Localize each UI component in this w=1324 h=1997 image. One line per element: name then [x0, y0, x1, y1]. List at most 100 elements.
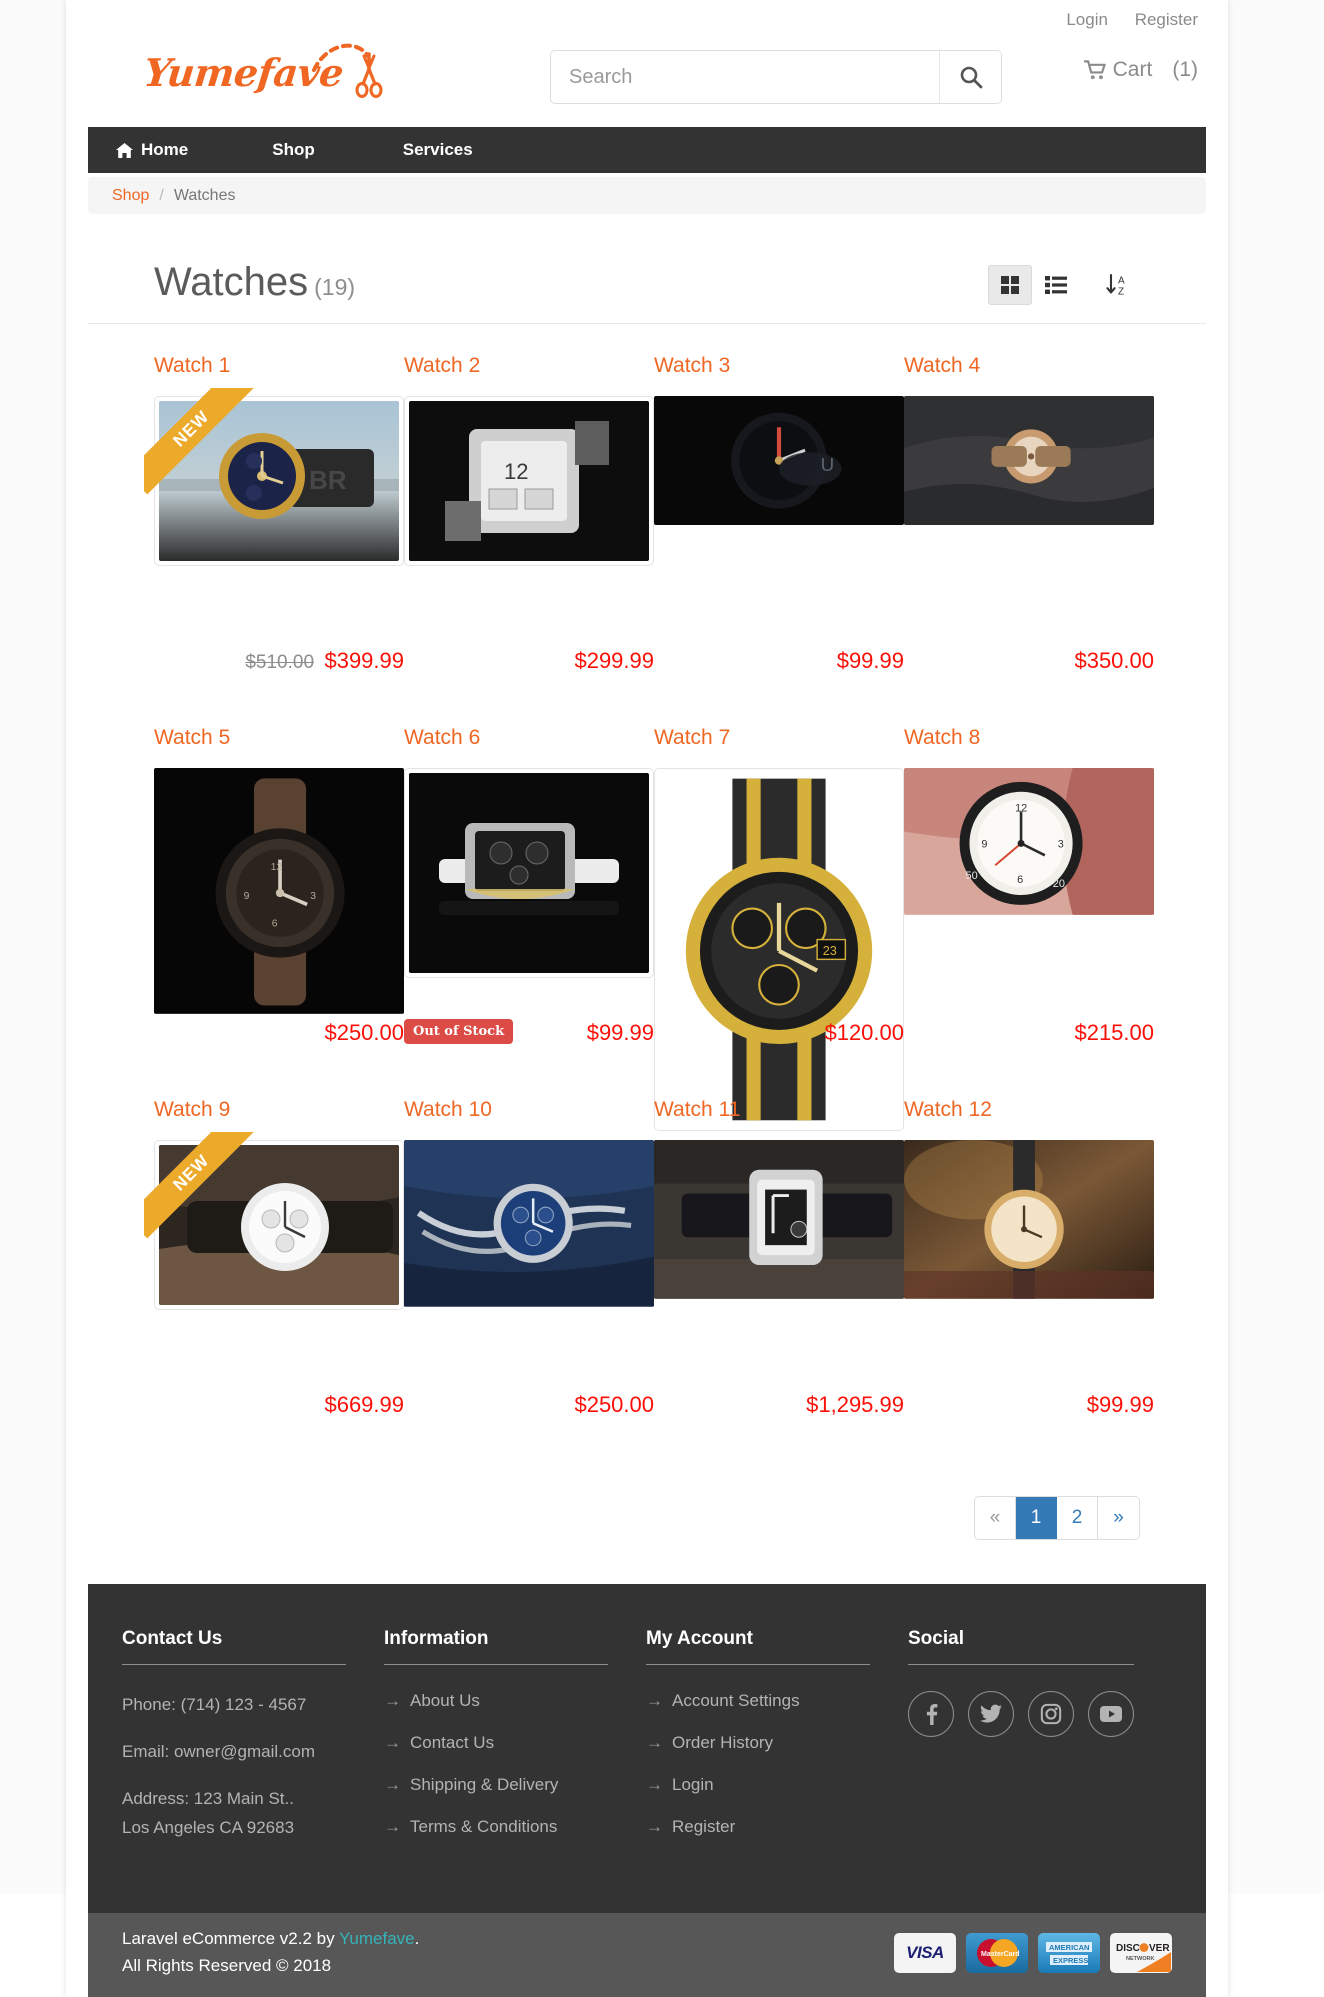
product-image-link[interactable] [404, 1140, 654, 1307]
social-link-twitter[interactable] [968, 1691, 1014, 1737]
login-link[interactable]: Login [1066, 10, 1108, 29]
page-title-row: Watches (19) A Z [88, 260, 1206, 324]
product-image-link[interactable] [154, 1140, 404, 1310]
product-price: $250.00 [324, 1020, 404, 1045]
search-button[interactable] [939, 51, 1001, 103]
cart-count: (1) [1172, 58, 1198, 81]
product-price-row: $120.00 [824, 1020, 904, 1046]
footer-link-terms-conditions[interactable]: → Terms & Conditions [384, 1817, 608, 1837]
register-link[interactable]: Register [1135, 10, 1198, 29]
site-footer: Contact Us Phone: (714) 123 - 4567 Email… [88, 1584, 1206, 1913]
footer-column-contact: Contact Us Phone: (714) 123 - 4567 Email… [122, 1628, 384, 1861]
social-link-instagram[interactable] [1028, 1691, 1074, 1737]
nav-item-shop[interactable]: Shop [246, 127, 377, 173]
product-image-link[interactable]: 12 [404, 396, 654, 566]
copyright-line-1: Laravel eCommerce v2.2 by Yumefave. [122, 1926, 419, 1952]
product-name-link[interactable]: Watch 5 [154, 726, 404, 750]
product-thumb-wrap: NEW BR [144, 388, 404, 566]
nav-item-services[interactable]: Services [377, 127, 499, 173]
product-grid: Watch 1 NEW BR $510.00 $399.99 Watch 2 1… [88, 324, 1206, 1440]
footer-link-shipping-delivery[interactable]: → Shipping & Delivery [384, 1775, 608, 1795]
svg-text:BR: BR [309, 465, 347, 495]
product-image: U [654, 396, 904, 526]
product-name-link[interactable]: Watch 11 [654, 1098, 904, 1122]
page-title: Watches (19) [154, 260, 355, 305]
arrow-right-icon: → [646, 1733, 663, 1752]
cart-button[interactable]: Cart (1) [1083, 58, 1198, 82]
product-thumb-wrap [654, 1140, 904, 1299]
product-name-link[interactable]: Watch 7 [654, 726, 904, 750]
product-name-link[interactable]: Watch 1 [154, 354, 404, 378]
sort-alpha-down-icon: A Z [1106, 273, 1125, 297]
product-image-link[interactable]: U [654, 396, 904, 526]
product-image: 12 [409, 401, 649, 561]
grid-view-button[interactable] [988, 265, 1032, 305]
discover-icon: DISC VER NETWORK [1110, 1932, 1172, 1973]
product-price: $99.99 [1086, 1392, 1154, 1417]
product-image-link[interactable]: BR [154, 396, 404, 566]
arrow-right-icon: → [646, 1817, 663, 1836]
site-container: Yumefave Login Register Cart (1) Search … [66, 0, 1228, 1997]
pagination-row: « 1 2 » [88, 1440, 1206, 1584]
pagination-prev[interactable]: « [975, 1497, 1016, 1539]
product-image-link[interactable] [904, 396, 1154, 526]
footer-link-order-history[interactable]: → Order History [646, 1733, 870, 1753]
footer-link-contact-us[interactable]: → Contact Us [384, 1733, 608, 1753]
product-image-link[interactable]: 12 3 6 9 50 20 [904, 768, 1154, 915]
product-name-link[interactable]: Watch 4 [904, 354, 1154, 378]
footer-columns: Contact Us Phone: (714) 123 - 4567 Email… [88, 1628, 1206, 1861]
product-image-link[interactable]: 12 6 9 3 [154, 768, 404, 1014]
svg-text:3: 3 [310, 891, 316, 902]
product-name-link[interactable]: Watch 6 [404, 726, 654, 750]
product-price-row: $250.00 [574, 1392, 654, 1418]
product-name-link[interactable]: Watch 2 [404, 354, 654, 378]
list-view-button[interactable] [1034, 265, 1078, 305]
footer-link-login[interactable]: → Login [646, 1775, 870, 1795]
site-header: Yumefave Login Register Cart (1) [66, 0, 1228, 127]
product-name-link[interactable]: Watch 9 [154, 1098, 404, 1122]
site-logo[interactable]: Yumefave [142, 36, 384, 98]
product-image-link[interactable] [404, 768, 654, 978]
pagination-page-1[interactable]: 1 [1016, 1497, 1057, 1539]
product-name-link[interactable]: Watch 3 [654, 354, 904, 378]
youtube-icon [1100, 1706, 1122, 1722]
social-link-youtube[interactable] [1088, 1691, 1134, 1737]
footer-link-account-settings[interactable]: → Account Settings [646, 1691, 870, 1711]
product-price-row: $669.99 [324, 1392, 404, 1418]
svg-text:U: U [821, 454, 835, 475]
product-price-row: $99.99 [1087, 1392, 1154, 1418]
footer-link-register[interactable]: → Register [646, 1817, 870, 1837]
product-card: Watch 9 NEW $669.99 [144, 1068, 404, 1440]
payment-methods: VISA MasterCard AMERICAN EXPRESS DISC VE… [894, 1932, 1172, 1973]
breadcrumb-shop[interactable]: Shop [112, 187, 149, 205]
product-card: Watch 4 $350.00 [904, 324, 1154, 696]
search-input[interactable] [551, 51, 939, 103]
copyright-brand-link[interactable]: Yumefave [339, 1929, 415, 1948]
nav-label-services: Services [402, 140, 473, 159]
product-name-link[interactable]: Watch 10 [404, 1098, 654, 1122]
svg-text:A: A [1118, 276, 1125, 287]
cart-icon [1083, 60, 1106, 80]
product-image-link[interactable] [654, 1140, 904, 1299]
pagination-next[interactable]: » [1098, 1497, 1139, 1539]
product-name-link[interactable]: Watch 8 [904, 726, 1154, 750]
footer-link-label: About Us [410, 1691, 480, 1710]
product-image-link[interactable] [904, 1140, 1154, 1299]
svg-text:DISC: DISC [1116, 1943, 1140, 1954]
product-price-row: $510.00 $399.99 [245, 648, 404, 674]
social-link-facebook[interactable] [908, 1691, 954, 1737]
svg-text:6: 6 [272, 918, 278, 929]
amex-glyph: AMERICAN EXPRESS [1046, 1941, 1092, 1965]
copyright-bar: Laravel eCommerce v2.2 by Yumefave. All … [88, 1912, 1206, 1997]
pagination-page-2[interactable]: 2 [1057, 1497, 1098, 1539]
arrow-right-icon: → [646, 1775, 663, 1794]
product-name-link[interactable]: Watch 12 [904, 1098, 1154, 1122]
svg-text:50: 50 [966, 870, 978, 882]
nav-item-home[interactable]: Home [116, 127, 246, 173]
sort-az-button[interactable]: A Z [1096, 265, 1140, 305]
list-icon [1045, 276, 1067, 294]
footer-link-about-us[interactable]: → About Us [384, 1691, 608, 1711]
search-bar [550, 50, 1002, 104]
product-price: $120.00 [824, 1020, 904, 1045]
footer-social-title: Social [908, 1628, 1134, 1665]
